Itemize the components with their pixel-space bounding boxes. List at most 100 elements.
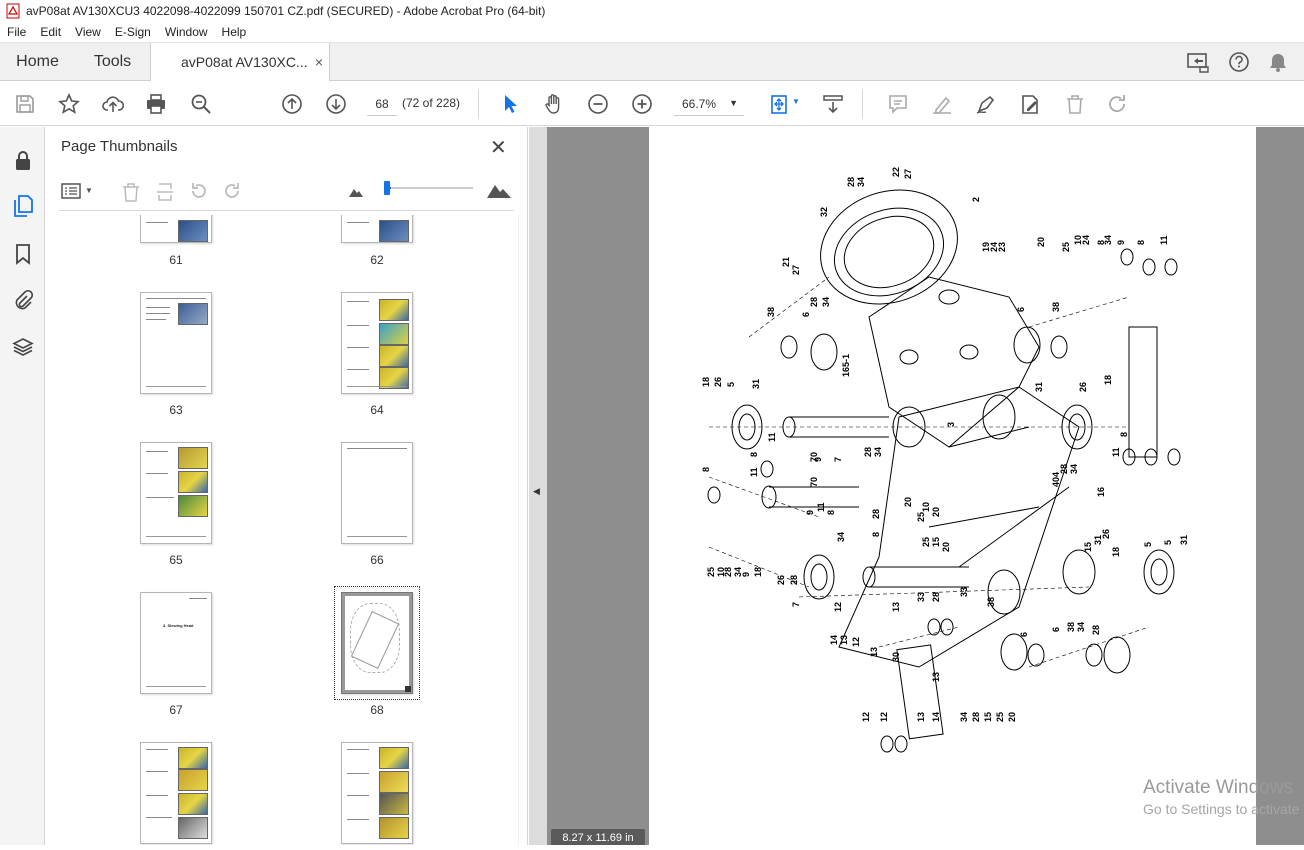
page-thumbnail-current[interactable] xyxy=(341,592,413,694)
part-callout-label: 20 xyxy=(931,507,941,517)
upload-cloud-icon[interactable] xyxy=(99,90,127,118)
thumbnail-size-slider[interactable] xyxy=(385,187,473,189)
thumbnail-toolbar: ▼ xyxy=(59,175,514,211)
page-count: (72 of 228) xyxy=(402,96,461,110)
thumbnails-list[interactable]: 61 62 63 64 65 66 3. Slewing Head 67 68 xyxy=(59,215,519,845)
acrobat-pdf-icon xyxy=(6,3,20,19)
part-callout-label: 38 xyxy=(1051,302,1061,312)
panel-close-icon[interactable]: ✕ xyxy=(490,135,507,160)
part-callout-label: 34 xyxy=(1076,622,1086,632)
menu-file[interactable]: File xyxy=(0,25,33,39)
part-callout-label: 2 xyxy=(971,197,981,202)
bookmarks-icon[interactable] xyxy=(11,242,35,266)
part-callout-label: 5 xyxy=(1163,540,1173,545)
lock-icon[interactable] xyxy=(11,149,35,173)
delete-trash-icon[interactable] xyxy=(1061,90,1089,118)
part-callout-label: 14 xyxy=(829,635,839,645)
scrolling-mode-icon[interactable] xyxy=(819,90,847,118)
hand-tool-icon[interactable] xyxy=(540,90,568,118)
page-thumbnails-icon[interactable] xyxy=(11,194,35,218)
part-callout-label: 20 xyxy=(903,497,913,507)
delete-page-icon[interactable] xyxy=(121,181,141,203)
menu-esign[interactable]: E-Sign xyxy=(108,25,158,39)
part-callout-label: 27 xyxy=(903,169,913,179)
options-chevron-icon[interactable]: ▼ xyxy=(85,186,93,195)
part-callout-label: 32 xyxy=(819,207,829,217)
slider-handle[interactable] xyxy=(384,181,390,195)
page-thumbnail[interactable] xyxy=(140,742,212,844)
part-callout-label: 25 xyxy=(706,567,716,577)
notifications-bell-icon[interactable] xyxy=(1268,51,1288,73)
small-thumbnail-icon[interactable] xyxy=(349,187,363,197)
options-menu-icon[interactable] xyxy=(61,182,81,200)
part-callout-label: 5 xyxy=(1143,542,1153,547)
next-page-icon[interactable] xyxy=(322,90,350,118)
menu-view[interactable]: View xyxy=(68,25,108,39)
page-thumbnail[interactable] xyxy=(341,215,413,243)
part-callout-label: 12 xyxy=(851,637,861,647)
bookmark-star-icon[interactable] xyxy=(55,90,83,118)
part-callout-label: 38 xyxy=(1066,622,1076,632)
page-number-input[interactable] xyxy=(367,92,397,116)
tab-document[interactable]: avP08at AV130XC... × xyxy=(150,43,330,81)
part-callout-label: 7 xyxy=(833,457,843,462)
page-thumbnail[interactable]: 3. Slewing Head xyxy=(140,592,212,694)
rotate-right-icon[interactable] xyxy=(222,181,242,201)
collapse-panel-icon[interactable]: ◀ xyxy=(533,486,540,497)
part-callout-label: 28 xyxy=(931,592,941,602)
part-callout-label: 12 xyxy=(861,712,871,722)
redo-icon[interactable] xyxy=(1104,90,1132,118)
zoom-search-icon[interactable] xyxy=(187,90,215,118)
edit-document-icon[interactable] xyxy=(1016,90,1044,118)
rotate-left-icon[interactable] xyxy=(189,181,209,201)
part-callout-label: 28 xyxy=(971,712,981,722)
part-callout-label: 8 xyxy=(826,510,836,515)
part-callout-label: 18 xyxy=(701,377,711,387)
fit-page-icon[interactable] xyxy=(765,90,793,118)
toolbar-divider xyxy=(862,90,863,118)
page-thumbnail[interactable] xyxy=(341,742,413,844)
tab-close-icon[interactable]: × xyxy=(315,54,323,70)
part-callout-label: 34 xyxy=(1069,464,1079,474)
main-toolbar: (72 of 228) 66.7% ▼ ▼ xyxy=(0,82,1304,126)
tab-tools[interactable]: Tools xyxy=(75,43,150,80)
sign-pen-icon[interactable] xyxy=(972,90,1000,118)
page-thumbnail[interactable] xyxy=(140,215,212,243)
help-icon[interactable] xyxy=(1228,51,1250,73)
attachments-paperclip-icon[interactable] xyxy=(11,288,35,312)
layers-icon[interactable] xyxy=(11,335,35,359)
menu-window[interactable]: Window xyxy=(158,25,215,39)
part-callout-label: 23 xyxy=(997,242,1007,252)
tab-document-label: avP08at AV130XC... xyxy=(181,54,308,70)
tab-home[interactable]: Home xyxy=(0,43,75,80)
share-screen-icon[interactable] xyxy=(1186,51,1210,73)
part-callout-label: 28 xyxy=(846,177,856,187)
extract-page-icon[interactable] xyxy=(155,181,175,203)
zoom-level-dropdown[interactable]: 66.7% ▼ xyxy=(674,92,744,116)
fit-page-chevron-icon[interactable]: ▼ xyxy=(792,97,800,106)
highlight-pen-icon[interactable] xyxy=(928,90,956,118)
activate-windows-subtitle: Go to Settings to activate Windows. xyxy=(1143,801,1304,817)
select-cursor-icon[interactable] xyxy=(496,90,524,118)
print-icon[interactable] xyxy=(142,90,170,118)
page-thumbnail[interactable] xyxy=(341,292,413,394)
part-callout-label: 34 xyxy=(856,177,866,187)
menu-edit[interactable]: Edit xyxy=(33,25,68,39)
page-thumbnail[interactable] xyxy=(140,292,212,394)
comment-icon[interactable] xyxy=(884,90,912,118)
previous-page-icon[interactable] xyxy=(278,90,306,118)
thumbnail-heading: 3. Slewing Head xyxy=(163,623,194,628)
part-callout-label: 9 xyxy=(741,572,751,577)
thumbnails-scrollbar[interactable]: ▲ xyxy=(518,215,519,845)
part-callout-label: 5 xyxy=(726,382,736,387)
save-icon[interactable] xyxy=(11,90,39,118)
menu-help[interactable]: Help xyxy=(215,25,254,39)
page-thumbnail[interactable] xyxy=(341,442,413,544)
zoom-out-icon[interactable] xyxy=(584,90,612,118)
page-thumbnail[interactable] xyxy=(140,442,212,544)
large-thumbnail-icon[interactable] xyxy=(487,182,511,198)
part-callout-label: 15 xyxy=(931,537,941,547)
zoom-in-icon[interactable] xyxy=(628,90,656,118)
part-callout-label: 26 xyxy=(1078,382,1088,392)
page-number-label: 68 xyxy=(370,703,384,717)
